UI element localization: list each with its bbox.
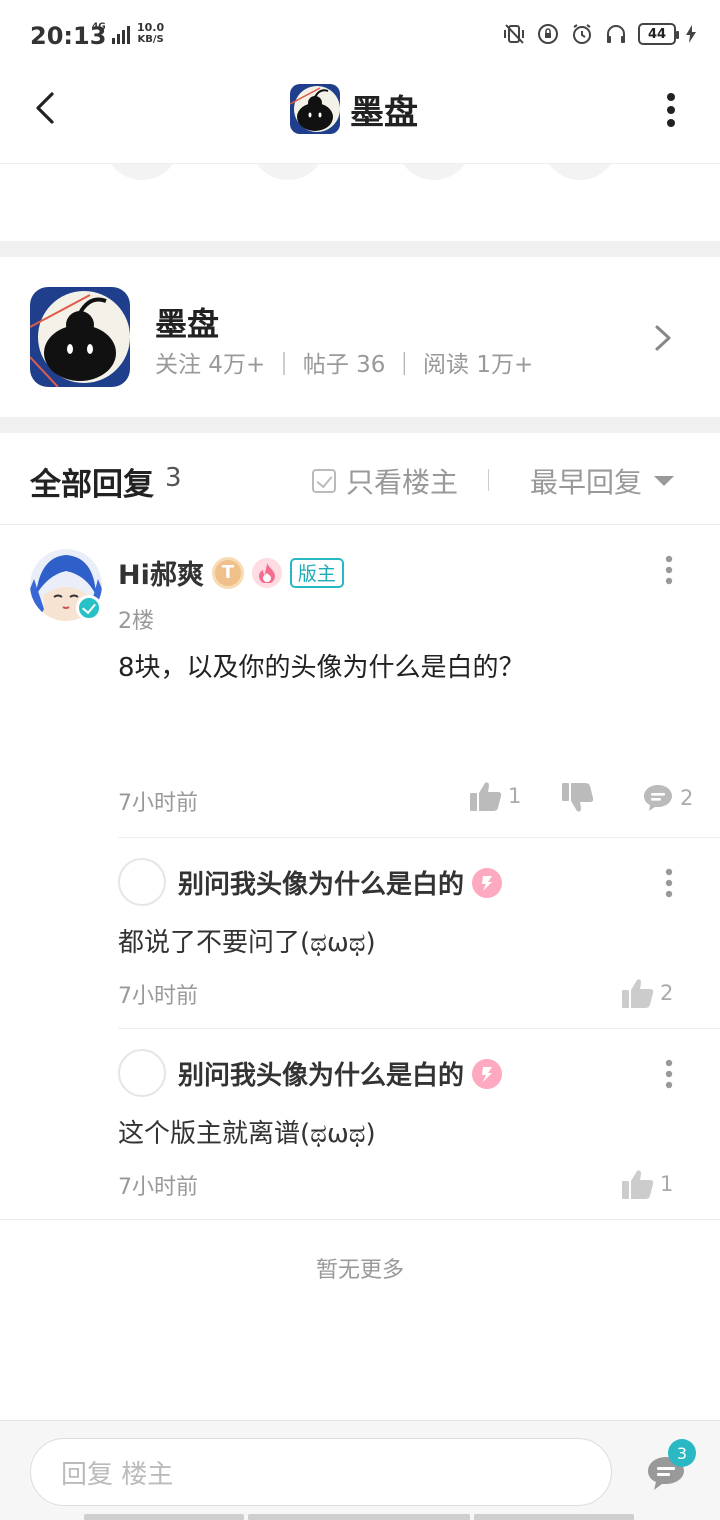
list-end-divider xyxy=(0,1219,720,1220)
section-divider xyxy=(0,417,720,433)
battery-indicator: 44 xyxy=(638,23,679,45)
network-speed: 10.0 KB/S xyxy=(137,22,164,46)
comment-count-badge: 3 xyxy=(668,1439,696,1467)
rotation-lock-icon xyxy=(538,24,558,44)
sub-reply-time: 7小时前 xyxy=(118,1175,198,1200)
thumbs-up-icon xyxy=(622,979,654,1008)
more-vertical-icon[interactable] xyxy=(666,92,676,128)
bottom-reply-bar: 回复 楼主 3 xyxy=(0,1420,720,1520)
nav-indicator xyxy=(248,1514,470,1520)
like-count: 2 xyxy=(660,981,674,1005)
only-op-label: 只看楼主 xyxy=(346,466,459,499)
sub-reply-content: 都说了不要问了(ಥωಥ) xyxy=(118,928,376,958)
sub-reply-time: 7小时前 xyxy=(118,984,198,1009)
only-op-toggle[interactable]: 只看楼主 xyxy=(312,461,458,501)
avatar[interactable] xyxy=(118,1049,166,1097)
replies-header: 全部回复 3 只看楼主 最早回复 xyxy=(0,433,720,525)
forum-logo-icon xyxy=(290,84,340,134)
chevron-right-icon xyxy=(655,325,671,351)
forum-card[interactable]: 墨盘 关注 4万+ ｜ 帖子 36 ｜ 阅读 1万+ xyxy=(0,257,720,417)
sub-reply-content: 这个版主就离谱(ಥωಥ) xyxy=(118,1119,376,1149)
headphones-icon xyxy=(607,25,625,43)
dislike-button[interactable] xyxy=(562,783,594,813)
vibrate-off-icon xyxy=(504,24,524,44)
chevron-left-icon[interactable] xyxy=(28,90,64,126)
nav-indicator xyxy=(474,1514,634,1520)
sub-reply-username[interactable]: 别问我头像为什么是白的 xyxy=(178,1055,464,1092)
floor-number: 2楼 xyxy=(118,609,154,634)
thumbs-down-icon xyxy=(562,783,594,812)
sub-reply: 别问我头像为什么是白的 这个版主就离谱(ಥωಥ) 7小时前 1 xyxy=(118,1028,720,1219)
like-button[interactable]: 1 xyxy=(470,781,521,811)
more-vertical-icon[interactable] xyxy=(665,1059,673,1089)
comment-button[interactable]: 2 xyxy=(642,783,693,813)
moderator-badge: 版主 xyxy=(289,557,344,588)
post-user-row: Hi郝爽 T 版主 xyxy=(118,553,344,592)
avatar[interactable] xyxy=(118,858,166,906)
speed-value: 10.0 xyxy=(137,21,165,34)
speed-unit: KB/S xyxy=(137,34,164,45)
sort-dropdown[interactable]: 最早回复 xyxy=(530,461,675,501)
all-replies-title: 全部回复 xyxy=(30,467,154,503)
like-count: 1 xyxy=(508,784,522,808)
post-content: 8块，以及你的头像为什么是白的？ xyxy=(118,653,525,683)
share-options-strip xyxy=(0,164,720,186)
fire-badge-icon xyxy=(251,557,282,588)
sort-label: 最早回复 xyxy=(530,466,643,499)
verified-badge-icon xyxy=(76,595,102,621)
status-bar: 20:13 4G 10.0 KB/S 44 xyxy=(0,0,720,72)
sub-reply: 别问我头像为什么是白的 都说了不要问了(ಥωಥ) 7小时前 2 xyxy=(118,837,720,1028)
post-username[interactable]: Hi郝爽 xyxy=(118,553,204,592)
level-badge-icon xyxy=(472,1058,503,1089)
like-count: 1 xyxy=(660,1172,674,1196)
comment-icon xyxy=(644,785,672,811)
forum-stats: 关注 4万+ ｜ 帖子 36 ｜ 阅读 1万+ xyxy=(155,352,534,378)
forum-name: 墨盘 xyxy=(155,305,220,343)
more-vertical-icon[interactable] xyxy=(665,555,673,585)
no-more-text: 暂无更多 xyxy=(315,1258,404,1283)
like-button[interactable]: 2 xyxy=(622,978,673,1008)
sub-reply-username[interactable]: 别问我头像为什么是白的 xyxy=(178,864,464,901)
reply-input[interactable]: 回复 楼主 xyxy=(30,1438,612,1506)
charging-icon xyxy=(686,25,696,43)
sub-reply-user-row: 别问我头像为什么是白的 xyxy=(178,864,503,901)
thumbs-up-icon xyxy=(622,1170,654,1199)
nav-forum-title[interactable]: 墨盘 xyxy=(290,84,418,134)
post-time: 7小时前 xyxy=(118,791,198,816)
checkbox-icon[interactable] xyxy=(312,469,336,493)
comment-count: 2 xyxy=(680,786,694,810)
nav-title: 墨盘 xyxy=(350,92,418,133)
signal-icon xyxy=(112,26,130,44)
level-badge-icon xyxy=(472,867,503,898)
like-button[interactable]: 1 xyxy=(622,1169,673,1199)
more-vertical-icon[interactable] xyxy=(665,868,673,898)
alarm-icon xyxy=(573,24,591,44)
sub-reply-user-row: 别问我头像为什么是白的 xyxy=(178,1055,503,1092)
thumbs-up-icon xyxy=(470,782,502,811)
network-type: 4G xyxy=(92,22,106,32)
replies-count: 3 xyxy=(165,463,182,493)
forum-avatar-icon xyxy=(30,287,130,387)
caret-down-icon xyxy=(654,476,675,486)
top-nav-bar: 墨盘 xyxy=(0,72,720,164)
nav-indicator xyxy=(84,1514,244,1520)
level-coin-badge: T xyxy=(211,556,244,589)
section-divider xyxy=(0,241,720,257)
header-separator xyxy=(488,469,489,491)
